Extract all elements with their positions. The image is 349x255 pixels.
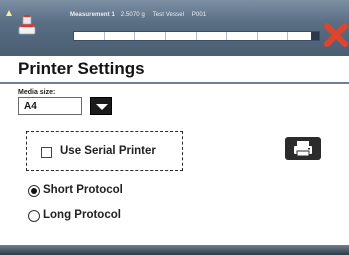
- close-icon[interactable]: [323, 22, 349, 48]
- vessel-value: P001: [191, 12, 207, 18]
- short-protocol-radio[interactable]: [28, 185, 40, 197]
- chevron-down-icon[interactable]: [90, 97, 112, 115]
- use-serial-printer-checkbox[interactable]: [41, 147, 52, 158]
- short-protocol-label[interactable]: Short Protocol: [43, 184, 123, 196]
- bottom-bar: [0, 245, 349, 255]
- progress-fill: [311, 32, 319, 40]
- balance-icon: [18, 15, 36, 35]
- long-protocol-radio[interactable]: [28, 210, 40, 222]
- title-divider: [0, 82, 349, 84]
- up-arrow-icon[interactable]: [6, 10, 12, 16]
- vessel-label: Test Vessel: [152, 12, 185, 18]
- long-protocol-label[interactable]: Long Protocol: [43, 209, 121, 221]
- media-size-select[interactable]: A4: [18, 97, 116, 115]
- print-button[interactable]: [285, 137, 321, 160]
- media-size-label: Media size:: [18, 89, 56, 96]
- printer-icon: [294, 141, 312, 157]
- status-bar: Measurement 1 2.5070 g Test Vessel P001: [0, 0, 349, 56]
- weight-value: 2.5070 g: [120, 12, 145, 18]
- measurement-label: Measurement 1: [70, 12, 115, 18]
- page-title: Printer Settings: [18, 59, 145, 78]
- media-size-value[interactable]: A4: [18, 97, 82, 115]
- use-serial-printer-label[interactable]: Use Serial Printer: [60, 145, 156, 157]
- measurement-info: Measurement 1 2.5070 g Test Vessel P001: [70, 12, 212, 18]
- progress-bar: [73, 31, 320, 41]
